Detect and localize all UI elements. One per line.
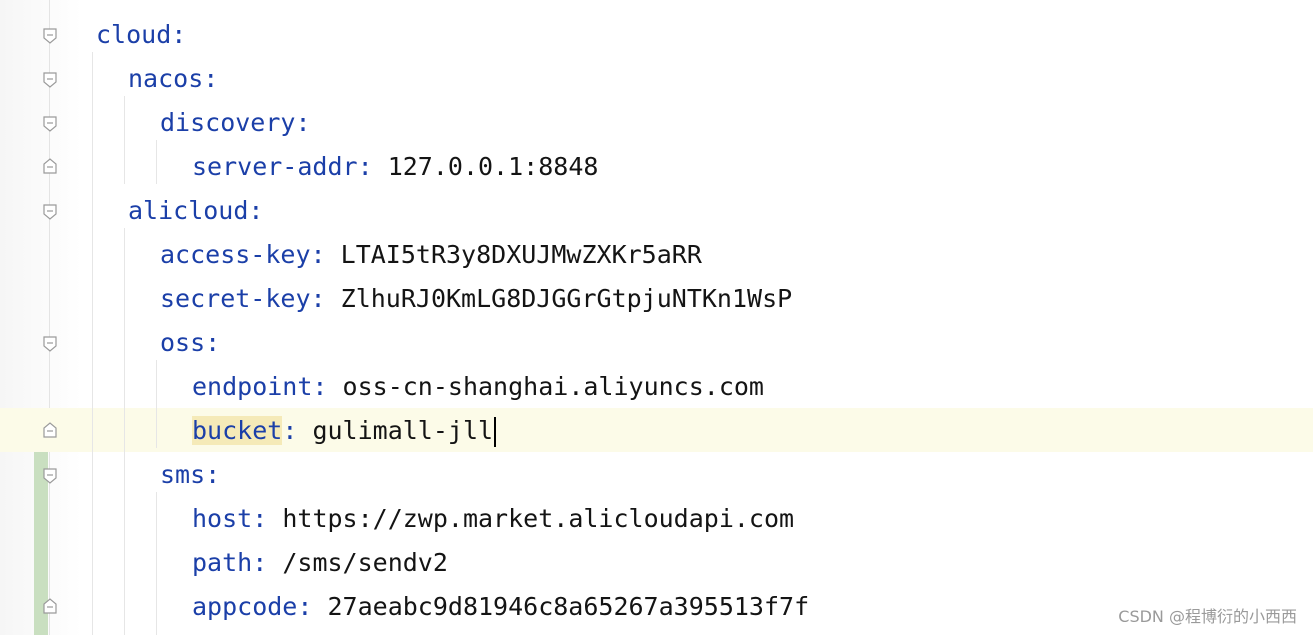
yaml-colon: :: [248, 196, 264, 225]
fold-end-icon[interactable]: [43, 598, 57, 614]
yaml-key: host: [192, 504, 253, 533]
yaml-colon: :: [252, 504, 268, 533]
yaml-value: gulimall-jll: [312, 416, 494, 445]
yaml-colon: :: [282, 416, 298, 445]
code-line[interactable]: host: https://zwp.market.alicloudapi.com: [192, 497, 794, 541]
code-line-current[interactable]: bucket: gulimall-jll: [192, 409, 497, 453]
indent-guide: [124, 96, 125, 184]
code-line[interactable]: access-key: LTAI5tR3y8DXUJMwZXKr5aRR: [160, 233, 702, 277]
yaml-colon: :: [297, 592, 313, 621]
code-line[interactable]: oss:: [160, 321, 220, 365]
fold-collapse-icon[interactable]: [43, 204, 57, 220]
fold-collapse-icon[interactable]: [43, 336, 57, 352]
watermark: CSDN @程博衍的小西西: [1118, 607, 1297, 626]
fold-collapse-icon[interactable]: [43, 28, 57, 44]
yaml-colon: :: [357, 152, 373, 181]
yaml-value: https://zwp.market.alicloudapi.com: [282, 504, 795, 533]
fold-end-icon[interactable]: [43, 158, 57, 174]
yaml-value: oss-cn-shanghai.aliyuncs.com: [342, 372, 764, 401]
yaml-colon: :: [171, 20, 187, 49]
yaml-key: alicloud: [128, 196, 249, 225]
indent-guide: [124, 228, 125, 635]
yaml-key: sms: [160, 460, 206, 489]
indent-guide: [156, 360, 157, 448]
code-line[interactable]: endpoint: oss-cn-shanghai.aliyuncs.com: [192, 365, 764, 409]
code-line[interactable]: cloud:: [96, 13, 186, 57]
yaml-colon: :: [295, 108, 311, 137]
yaml-colon: :: [203, 64, 219, 93]
yaml-key: discovery: [160, 108, 296, 137]
indent-guide: [92, 52, 93, 635]
yaml-key: oss: [160, 328, 206, 357]
yaml-key: server-addr: [192, 152, 358, 181]
yaml-colon: :: [205, 328, 221, 357]
yaml-value: LTAI5tR3y8DXUJMwZXKr5aRR: [340, 240, 702, 269]
yaml-colon: :: [205, 460, 221, 489]
code-line[interactable]: secret-key: ZlhuRJ0KmLG8DJGGrGtpjuNTKn1W…: [160, 277, 792, 321]
yaml-colon: :: [312, 372, 328, 401]
yaml-colon: :: [310, 240, 326, 269]
code-line[interactable]: path: /sms/sendv2: [192, 541, 448, 585]
code-line[interactable]: server-addr: 127.0.0.1:8848: [192, 145, 598, 189]
code-line[interactable]: appcode: 27aeabc9d81946c8a65267a395513f7…: [192, 585, 809, 629]
yaml-value: 27aeabc9d81946c8a65267a395513f7f: [327, 592, 810, 621]
fold-collapse-icon[interactable]: [43, 468, 57, 484]
fold-collapse-icon[interactable]: [43, 72, 57, 88]
yaml-key: access-key: [160, 240, 311, 269]
yaml-value: /sms/sendv2: [282, 548, 448, 577]
code-line[interactable]: discovery:: [160, 101, 311, 145]
text-cursor: [494, 417, 497, 447]
fold-end-icon[interactable]: [43, 422, 57, 438]
yaml-value: 127.0.0.1:8848: [387, 152, 599, 181]
yaml-key: path: [192, 548, 253, 577]
yaml-key: bucket: [192, 416, 283, 445]
fold-collapse-icon[interactable]: [43, 116, 57, 132]
yaml-key: nacos: [128, 64, 204, 93]
yaml-key: cloud: [96, 20, 172, 49]
code-editor[interactable]: cloud: nacos: discovery: server-addr: 12…: [0, 0, 1313, 635]
code-line[interactable]: alicloud:: [128, 189, 263, 233]
indent-guide: [156, 492, 157, 635]
yaml-key: secret-key: [160, 284, 311, 313]
yaml-key: endpoint: [192, 372, 313, 401]
code-line[interactable]: nacos:: [128, 57, 218, 101]
yaml-value: ZlhuRJ0KmLG8DJGGrGtpjuNTKn1WsP: [340, 284, 793, 313]
code-line[interactable]: sms:: [160, 453, 220, 497]
indent-guide: [156, 140, 157, 184]
yaml-colon: :: [310, 284, 326, 313]
yaml-colon: :: [252, 548, 268, 577]
yaml-key: appcode: [192, 592, 298, 621]
